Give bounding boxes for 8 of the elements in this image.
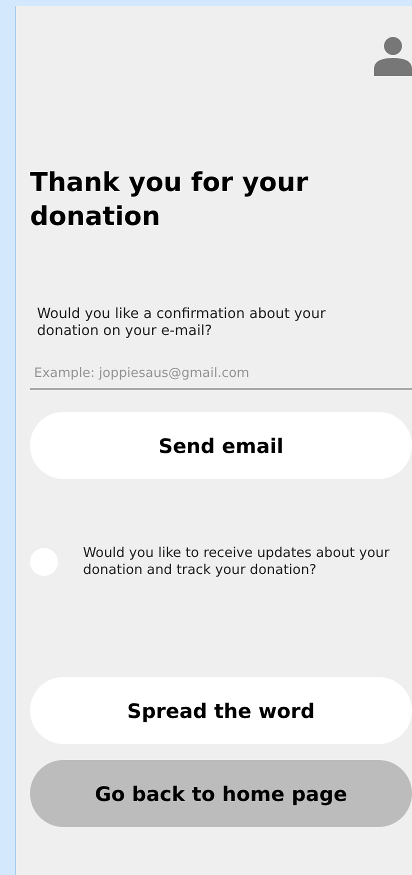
action-button[interactable]: Go back to home page [30, 760, 412, 827]
question-text: Would you like a confirmation about your donation on your e-mail? [37, 306, 327, 340]
updates-label: Would you like to receive updates about your donation and track your donation? [83, 545, 390, 579]
action-button[interactable]: Send email [30, 412, 412, 479]
page-title: Thank you for your donation [30, 167, 310, 234]
email-field[interactable]: Example: joppiesaus@gmail.com [30, 358, 412, 390]
user-icon[interactable] [374, 36, 412, 76]
action-button[interactable]: Spread the word [30, 677, 412, 744]
